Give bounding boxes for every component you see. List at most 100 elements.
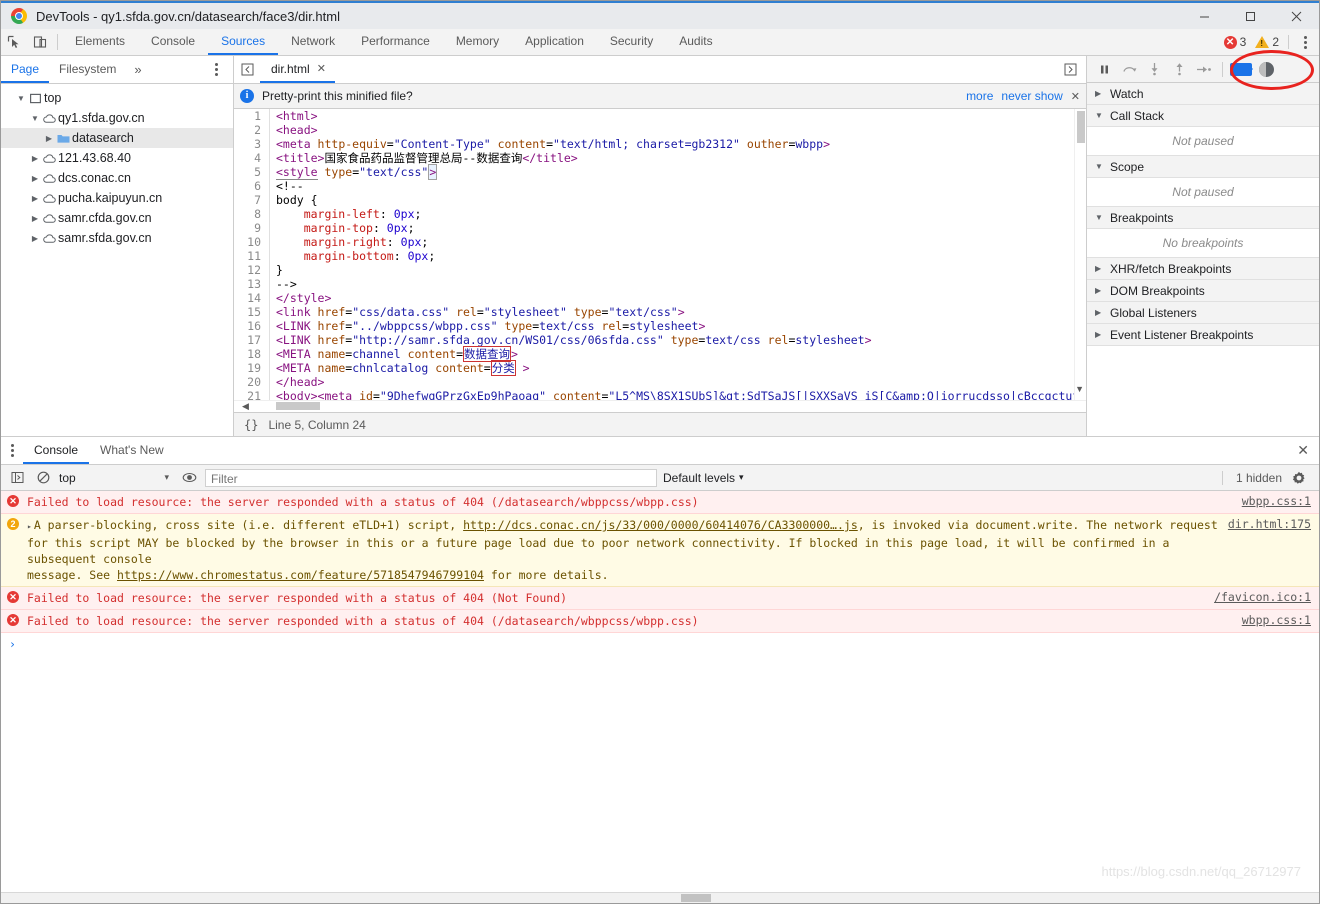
tree-item-samr-cfda-gov-cn[interactable]: ▶ samr.cfda.gov.cn <box>1 208 233 228</box>
section-breakpoints[interactable]: ▼ Breakpoints <box>1087 207 1319 229</box>
console-message-error[interactable]: ✕ Failed to load resource: the server re… <box>1 610 1319 633</box>
console-levels-select[interactable]: Default levels ▾ <box>663 471 744 485</box>
chevron-right-icon[interactable]: ▶ <box>43 134 55 143</box>
gear-icon[interactable] <box>1289 468 1309 488</box>
editor-horizontal-scrollbar[interactable]: ◀ <box>234 400 1086 412</box>
console-message-error[interactable]: ✕ Failed to load resource: the server re… <box>1 491 1319 514</box>
tree-item-pucha-kaipuyun-cn[interactable]: ▶ pucha.kaipuyun.cn <box>1 188 233 208</box>
scrollbar-thumb[interactable] <box>276 402 320 410</box>
console-message-source-link[interactable]: wbpp.css:1 <box>1242 613 1311 627</box>
live-expression-icon[interactable] <box>179 468 199 488</box>
tree-item-qy1[interactable]: ▼ qy1.sfda.gov.cn <box>1 108 233 128</box>
hidden-messages-count[interactable]: 1 hidden <box>1236 471 1282 485</box>
drawer-menu-icon[interactable] <box>1 437 23 464</box>
pause-on-exceptions-icon[interactable] <box>1255 59 1277 79</box>
tab-elements[interactable]: Elements <box>62 29 138 55</box>
console-filter-input[interactable]: Filter <box>205 468 657 487</box>
chevron-right-icon[interactable]: ▶ <box>29 194 41 203</box>
tree-item-label: 121.43.68.40 <box>58 151 131 165</box>
error-count-badge[interactable]: ✕ 3 <box>1223 35 1246 49</box>
format-source-icon[interactable]: {} <box>244 418 258 432</box>
chevron-right-icon[interactable]: ▶ <box>29 174 41 183</box>
nav-tab-filesystem[interactable]: Filesystem <box>49 56 126 83</box>
infobar-never-show-link[interactable]: never show <box>1001 89 1062 103</box>
tab-audits[interactable]: Audits <box>666 29 725 55</box>
scroll-tabs-left-icon[interactable] <box>234 56 260 83</box>
execution-context-select[interactable]: top ▾ <box>59 471 173 485</box>
page-horizontal-scrollbar[interactable] <box>1 892 1319 903</box>
drawer-tab-console[interactable]: Console <box>23 437 90 464</box>
chevron-right-icon[interactable]: ▶ <box>29 154 41 163</box>
drawer-close-icon[interactable]: ✕ <box>1297 437 1319 464</box>
chevron-down-icon[interactable]: ▼ <box>15 94 27 103</box>
more-tabs-icon[interactable]: » <box>126 56 149 83</box>
warning-count-badge[interactable]: 2 <box>1255 35 1279 49</box>
tree-item-121-43-68-40[interactable]: ▶ 121.43.68.40 <box>1 148 233 168</box>
tree-item-samr-sfda-gov-cn[interactable]: ▶ samr.sfda.gov.cn <box>1 228 233 248</box>
chromestatus-link[interactable]: https://www.chromestatus.com/feature/571… <box>117 568 484 582</box>
infobar-more-link[interactable]: more <box>966 89 993 103</box>
section-event-listener-breakpoints[interactable]: ▶ Event Listener Breakpoints <box>1087 324 1319 346</box>
section-title: Scope <box>1110 159 1145 174</box>
chevron-down-icon[interactable]: ▼ <box>29 114 41 123</box>
inspect-element-icon[interactable] <box>1 29 27 55</box>
tab-memory[interactable]: Memory <box>443 29 512 55</box>
tab-network[interactable]: Network <box>278 29 348 55</box>
chevron-right-icon[interactable]: ▶ <box>29 214 41 223</box>
close-button[interactable] <box>1273 2 1319 30</box>
console-message-source-link[interactable]: /favicon.ico:1 <box>1214 590 1311 604</box>
console-prompt[interactable]: › <box>1 633 1319 655</box>
editor-vertical-scrollbar[interactable] <box>1074 109 1086 400</box>
section-dom-breakpoints[interactable]: ▶ DOM Breakpoints <box>1087 280 1319 302</box>
code-scroll-area[interactable]: 1 <html> 2 <head> 3 <meta http-equiv="Conte… <box>234 109 1086 400</box>
tree-item-dcs-conac-cn[interactable]: ▶ dcs.conac.cn <box>1 168 233 188</box>
chevron-left-icon[interactable]: ◀ <box>242 401 249 412</box>
expand-icon[interactable]: ▸ <box>27 522 32 531</box>
debugger-sidebar: ▶ Watch ▼ Call Stack Not paused ▼ Scope … <box>1086 50 1319 436</box>
main-menu-icon[interactable] <box>1295 35 1315 49</box>
step-over-icon[interactable] <box>1118 59 1140 79</box>
deactivate-breakpoints-toggle[interactable] <box>1230 59 1253 79</box>
console-messages[interactable]: ✕ Failed to load resource: the server re… <box>1 491 1319 903</box>
maximize-button[interactable] <box>1227 2 1273 30</box>
infobar-close-icon[interactable]: ✕ <box>1071 90 1080 103</box>
scroll-tabs-right-icon[interactable] <box>1057 63 1083 76</box>
section-call-stack[interactable]: ▼ Call Stack <box>1087 105 1319 127</box>
tab-application[interactable]: Application <box>512 29 597 55</box>
code-content[interactable]: 1 <html> 2 <head> 3 <meta http-equiv="Conte… <box>234 109 1086 400</box>
tab-console[interactable]: Console <box>138 29 208 55</box>
section-xhr-fetch-breakpoints[interactable]: ▶ XHR/fetch Breakpoints <box>1087 258 1319 280</box>
scrollbar-thumb[interactable] <box>681 894 711 902</box>
tree-item-datasearch[interactable]: ▶ datasearch <box>1 128 233 148</box>
tree-item-top[interactable]: ▼ top <box>1 88 233 108</box>
scrollbar-thumb[interactable] <box>1077 111 1085 143</box>
tab-sources[interactable]: Sources <box>208 29 279 55</box>
close-icon[interactable]: ✕ <box>317 62 326 75</box>
section-global-listeners[interactable]: ▶ Global Listeners <box>1087 302 1319 324</box>
tab-performance[interactable]: Performance <box>348 29 443 55</box>
pause-script-icon[interactable] <box>1093 59 1115 79</box>
console-message-source-link[interactable]: dir.html:175 <box>1228 517 1311 531</box>
console-message-warning[interactable]: 2 ▸ A parser-blocking, cross site (i.e. d… <box>1 514 1319 587</box>
nav-tab-page[interactable]: Page <box>1 56 50 83</box>
chevron-down-icon[interactable]: ▼ <box>1075 384 1084 394</box>
code-editor[interactable]: 1 <html> 2 <head> 3 <meta http-equiv="Conte… <box>234 109 1086 400</box>
navigator-menu-icon[interactable] <box>206 56 233 83</box>
console-message-source-link[interactable]: wbpp.css:1 <box>1242 494 1311 508</box>
warning-count: 2 <box>7 518 19 530</box>
step-out-icon[interactable] <box>1168 59 1190 79</box>
editor-tab-dir-html[interactable]: dir.html ✕ <box>260 56 335 83</box>
drawer-tab-whats-new[interactable]: What's New <box>89 437 175 464</box>
chevron-right-icon[interactable]: ▶ <box>29 234 41 243</box>
warning-script-url-link[interactable]: http://dcs.conac.cn/js/33/000/0000/60414… <box>463 518 858 532</box>
console-sidebar-icon[interactable] <box>7 468 27 488</box>
section-scope[interactable]: ▼ Scope <box>1087 156 1319 178</box>
clear-console-icon[interactable] <box>33 468 53 488</box>
device-toolbar-icon[interactable] <box>27 29 53 55</box>
tab-security[interactable]: Security <box>597 29 666 55</box>
step-icon[interactable] <box>1193 59 1215 79</box>
console-message-error[interactable]: ✕ Failed to load resource: the server re… <box>1 587 1319 610</box>
section-watch[interactable]: ▶ Watch <box>1087 83 1319 105</box>
minimize-button[interactable] <box>1181 2 1227 30</box>
step-into-icon[interactable] <box>1143 59 1165 79</box>
